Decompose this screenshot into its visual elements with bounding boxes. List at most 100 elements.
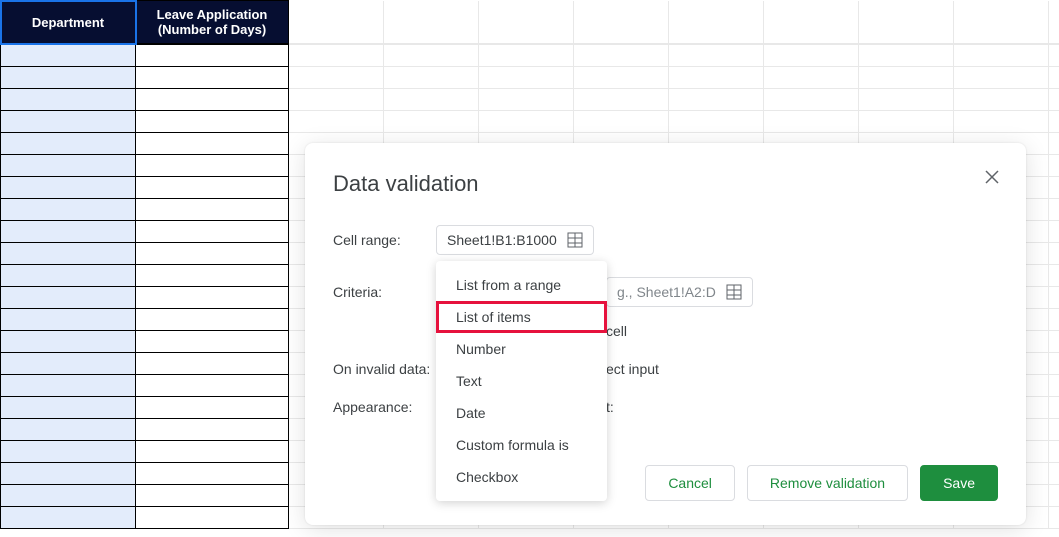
cell[interactable] <box>1 199 136 221</box>
cell[interactable] <box>859 111 954 133</box>
cell[interactable] <box>1 265 136 287</box>
cell[interactable] <box>136 243 289 265</box>
remove-validation-button[interactable]: Remove validation <box>747 465 908 501</box>
cell[interactable] <box>384 111 479 133</box>
cell[interactable] <box>1049 67 1059 89</box>
cell[interactable] <box>1 111 136 133</box>
cell[interactable] <box>384 1 479 44</box>
cell[interactable] <box>1 177 136 199</box>
dropdown-item-number[interactable]: Number <box>436 333 607 365</box>
cell[interactable] <box>1 419 136 441</box>
cell[interactable] <box>764 67 859 89</box>
dropdown-item-list-items[interactable]: List of items <box>436 301 607 333</box>
cell[interactable] <box>1049 463 1059 485</box>
dropdown-item-list-range[interactable]: List from a range <box>436 269 607 301</box>
cell[interactable] <box>289 89 384 111</box>
cell[interactable] <box>1049 353 1059 375</box>
cell[interactable] <box>136 463 289 485</box>
cell[interactable] <box>764 89 859 111</box>
cell[interactable] <box>669 1 764 44</box>
cell[interactable] <box>1049 331 1059 353</box>
cell[interactable] <box>1 89 136 111</box>
grid-select-icon[interactable] <box>567 232 583 248</box>
cell[interactable] <box>136 67 289 89</box>
cell[interactable] <box>1 397 136 419</box>
cell[interactable] <box>479 111 574 133</box>
cell[interactable] <box>384 89 479 111</box>
cell[interactable] <box>384 67 479 89</box>
cell[interactable] <box>1049 221 1059 243</box>
cell[interactable] <box>289 111 384 133</box>
cell[interactable] <box>669 45 764 67</box>
cell[interactable] <box>1 309 136 331</box>
dropdown-item-date[interactable]: Date <box>436 397 607 429</box>
cell[interactable] <box>479 67 574 89</box>
cell[interactable] <box>1 133 136 155</box>
cell[interactable] <box>479 1 574 44</box>
cell[interactable] <box>136 507 289 529</box>
cell[interactable] <box>669 67 764 89</box>
cell[interactable] <box>136 45 289 67</box>
cell[interactable] <box>1049 89 1059 111</box>
cell[interactable] <box>954 67 1049 89</box>
dropdown-item-checkbox[interactable]: Checkbox <box>436 461 607 493</box>
cell[interactable] <box>1 485 136 507</box>
cell[interactable] <box>136 353 289 375</box>
cell[interactable] <box>859 45 954 67</box>
criteria-range-input[interactable]: g., Sheet1!A2:D <box>606 277 753 307</box>
cell[interactable] <box>136 133 289 155</box>
cell[interactable] <box>574 89 669 111</box>
cell[interactable] <box>954 111 1049 133</box>
cell-range-input[interactable]: Sheet1!B1:B1000 <box>436 225 594 255</box>
cell[interactable] <box>1049 287 1059 309</box>
column-header-department[interactable]: Department <box>1 1 136 44</box>
cell[interactable] <box>289 1 384 44</box>
dropdown-item-formula[interactable]: Custom formula is <box>436 429 607 461</box>
cell[interactable] <box>1 353 136 375</box>
cell[interactable] <box>289 45 384 67</box>
cell[interactable] <box>574 45 669 67</box>
cell[interactable] <box>1049 243 1059 265</box>
cell[interactable] <box>1049 111 1059 133</box>
cell[interactable] <box>1049 1 1059 44</box>
cell[interactable] <box>136 375 289 397</box>
cell[interactable] <box>1 243 136 265</box>
cell[interactable] <box>1049 397 1059 419</box>
cell[interactable] <box>1049 419 1059 441</box>
cell[interactable] <box>764 1 859 44</box>
cell[interactable] <box>574 111 669 133</box>
cell[interactable] <box>1 287 136 309</box>
cell[interactable] <box>1049 45 1059 67</box>
cell[interactable] <box>1049 133 1059 155</box>
cell[interactable] <box>136 309 289 331</box>
cell[interactable] <box>859 67 954 89</box>
cell[interactable] <box>1049 441 1059 463</box>
cell[interactable] <box>1 375 136 397</box>
cell[interactable] <box>136 485 289 507</box>
cell[interactable] <box>859 1 954 44</box>
grid-select-icon[interactable] <box>726 284 742 300</box>
cell[interactable] <box>136 111 289 133</box>
cell[interactable] <box>764 111 859 133</box>
cell[interactable] <box>136 155 289 177</box>
cell[interactable] <box>136 441 289 463</box>
cell[interactable] <box>1049 265 1059 287</box>
cell[interactable] <box>136 287 289 309</box>
cell[interactable] <box>1049 199 1059 221</box>
cell[interactable] <box>1049 485 1059 507</box>
cell[interactable] <box>1 67 136 89</box>
cell[interactable] <box>1 441 136 463</box>
cell[interactable] <box>669 111 764 133</box>
cell[interactable] <box>136 265 289 287</box>
cell[interactable] <box>136 331 289 353</box>
cell[interactable] <box>136 221 289 243</box>
cell[interactable] <box>1 221 136 243</box>
cell[interactable] <box>289 67 384 89</box>
cell[interactable] <box>479 89 574 111</box>
cell[interactable] <box>136 89 289 111</box>
cell[interactable] <box>1049 507 1059 529</box>
cancel-button[interactable]: Cancel <box>645 465 735 501</box>
cell[interactable] <box>136 177 289 199</box>
dropdown-item-text[interactable]: Text <box>436 365 607 397</box>
cell[interactable] <box>1 463 136 485</box>
